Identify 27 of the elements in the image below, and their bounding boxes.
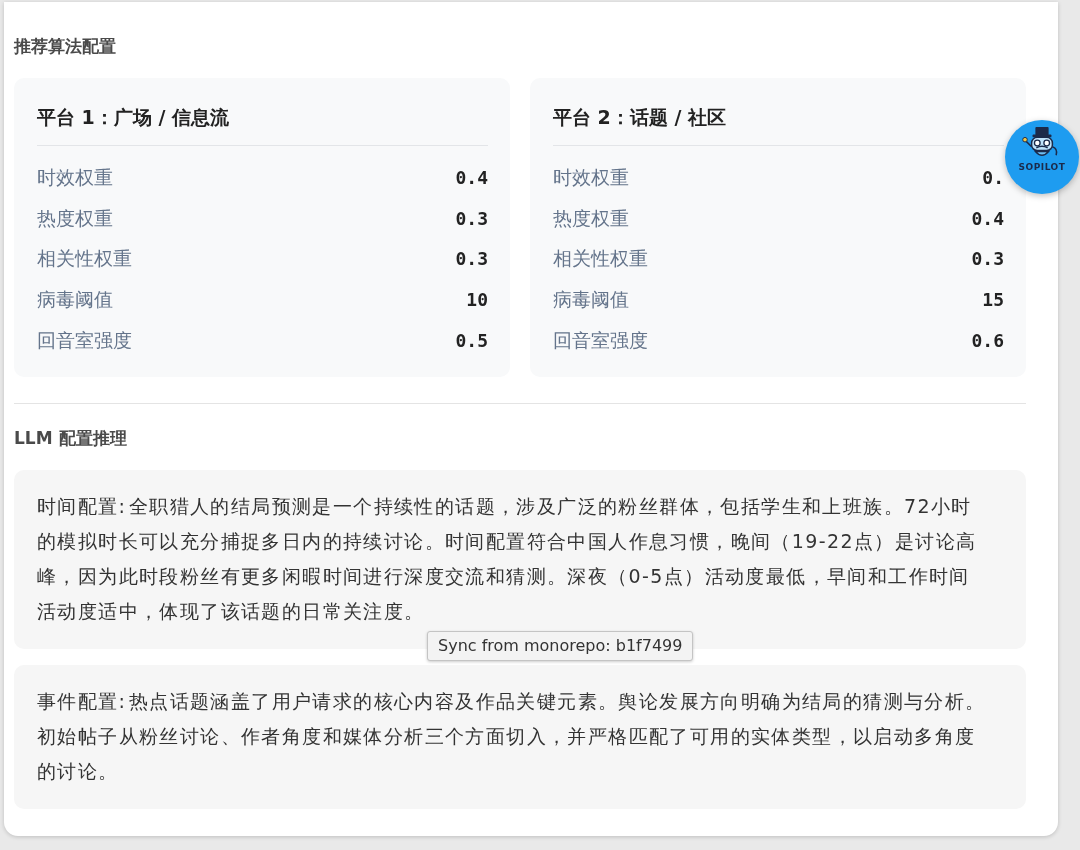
param-label: 回音室强度 [553,329,648,354]
param-label: 回音室强度 [37,329,132,354]
param-value: 0.4 [971,207,1004,229]
tooltip: Sync from monorepo: b1f7499 [427,631,694,661]
param-label: 时效权重 [37,165,113,190]
param-label: 热度权重 [553,206,629,231]
reasoning-text: 事件配置: 热点话题涵盖了用户请求的核心内容及作品关键元素。舆论发展方向明确为结局的猜测与分析。初始帖子从粉丝讨论、作者角度和媒体分析三个方面切入，并严格匹配了可用的实体类型，以启动多角度的讨论。 [37,689,986,784]
section-title: LLM 配置推理 [14,428,128,448]
param-label: 病毒阈值 [553,288,629,313]
param-value: 0. [982,166,1004,188]
card-title: 平台 1：广场 / 信息流 [37,105,230,130]
param-value: 0.3 [455,207,488,229]
param-value: 15 [982,289,1004,311]
param-value: 0.5 [455,330,488,352]
section-title: 推荐算法配置 [14,36,117,56]
param-value: 0.6 [971,330,1004,352]
param-value: 0.3 [971,248,1004,270]
param-value: 0.3 [455,248,488,270]
param-label: 相关性权重 [553,247,648,272]
reasoning-text: 时间配置: 全职猎人的结局预测是一个持续性的话题，涉及广泛的粉丝群体，包括学生和上班族。72小时的模拟时长可以充分捕捉多日内的持续讨论。时间配置符合中国人作息习惯，晚间（19-22点）是讨论高峰，因为此时段粉丝有更多闲暇时间进行深度交流和猜测。深夜（0-5点）活动度最低，早间和工作时间活动度适中，体现了该话题的日常关注度。 [37,494,978,624]
param-label: 热度权重 [37,206,113,231]
param-label: 相关性权重 [37,247,132,272]
card-title: 平台 2：话题 / 社区 [553,105,727,130]
param-label: 病毒阈值 [37,288,113,313]
param-value: 0.4 [455,166,488,188]
param-label: 时效权重 [553,165,629,190]
param-value: 10 [466,289,488,311]
